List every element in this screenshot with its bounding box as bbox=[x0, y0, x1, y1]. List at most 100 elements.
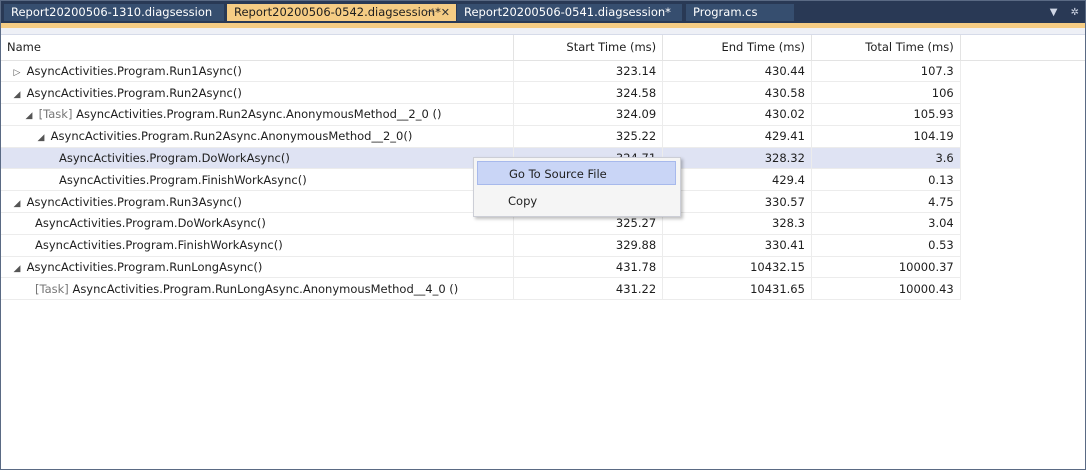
activity-name: AsyncActivities.Program.FinishWorkAsync(… bbox=[59, 172, 307, 187]
cell-filler bbox=[960, 103, 1085, 126]
activity-name: AsyncActivities.Program.FinishWorkAsync(… bbox=[35, 238, 283, 253]
tab-report-0541[interactable]: Report20200506-0541.diagsession* bbox=[457, 4, 682, 21]
column-header-start-time[interactable]: Start Time (ms) bbox=[513, 35, 664, 61]
column-header-total-time[interactable]: Total Time (ms) bbox=[811, 35, 961, 61]
context-menu: Go To Source File Copy bbox=[473, 157, 681, 217]
cell-end-time: 429.41 bbox=[662, 125, 812, 148]
table-row[interactable]: ◢ AsyncActivities.Program.Run2Async() 324… bbox=[1, 81, 1085, 105]
tab-label: Report20200506-1310.diagsession bbox=[11, 5, 213, 19]
cell-end-time: 429.4 bbox=[662, 168, 812, 192]
chevron-down-icon[interactable]: ▼ bbox=[1050, 7, 1058, 18]
cell-name: [Task] AsyncActivities.Program.RunLongAs… bbox=[1, 277, 515, 301]
cell-end-time: 330.57 bbox=[662, 190, 812, 214]
tab-bar-icons: ▼ ✲ bbox=[1040, 4, 1079, 21]
cell-total-time: 10000.43 bbox=[811, 277, 961, 301]
tab-label: Report20200506-0541.diagsession* bbox=[464, 5, 671, 19]
cell-name: ◢ AsyncActivities.Program.Run3Async() bbox=[1, 190, 515, 214]
cell-name: ◢ AsyncActivities.Program.Run2Async() bbox=[1, 81, 515, 105]
collapse-arrow-icon[interactable]: ◢ bbox=[35, 133, 47, 143]
cell-total-time: 3.6 bbox=[811, 147, 961, 170]
cell-name: AsyncActivities.Program.DoWorkAsync() bbox=[1, 212, 515, 235]
cell-start-time: 323.14 bbox=[513, 60, 664, 83]
table-row[interactable]: ◢ AsyncActivities.Program.Run2Async.Anon… bbox=[1, 125, 1085, 148]
cell-total-time: 10000.37 bbox=[811, 256, 961, 279]
menu-item-copy[interactable]: Copy bbox=[477, 189, 676, 213]
gear-icon[interactable]: ✲ bbox=[1071, 7, 1079, 18]
collapse-arrow-icon[interactable]: ◢ bbox=[11, 264, 23, 274]
tab-label: Report20200506-0542.diagsession* bbox=[234, 5, 441, 19]
cell-name: ▷ AsyncActivities.Program.Run1Async() bbox=[1, 60, 515, 83]
task-prefix: [Task] bbox=[35, 281, 69, 296]
cell-end-time: 430.58 bbox=[662, 81, 812, 105]
toolbar-separator bbox=[1, 28, 1085, 35]
cell-end-time: 430.02 bbox=[662, 103, 812, 126]
cell-start-time: 324.58 bbox=[513, 81, 664, 105]
cell-start-time: 325.22 bbox=[513, 125, 664, 148]
table-row[interactable]: ▷ AsyncActivities.Program.Run1Async() 323… bbox=[1, 60, 1085, 83]
collapse-arrow-icon[interactable]: ◢ bbox=[11, 199, 23, 209]
activity-name: AsyncActivities.Program.DoWorkAsync() bbox=[59, 151, 290, 166]
cell-start-time: 324.09 bbox=[513, 103, 664, 126]
diagnostics-window: Report20200506-1310.diagsession Report20… bbox=[0, 0, 1086, 470]
cell-filler bbox=[960, 168, 1085, 191]
cell-end-time: 328.3 bbox=[662, 212, 812, 235]
activity-name: AsyncActivities.Program.DoWorkAsync() bbox=[35, 216, 266, 231]
column-header-filler bbox=[960, 35, 1085, 61]
cell-total-time: 104.19 bbox=[811, 125, 961, 148]
cell-filler bbox=[960, 125, 1085, 148]
collapse-arrow-icon[interactable]: ◢ bbox=[11, 90, 23, 100]
cell-total-time: 0.53 bbox=[811, 234, 961, 257]
cell-filler bbox=[960, 147, 1085, 169]
activity-name: AsyncActivities.Program.RunLongAsync() bbox=[26, 260, 263, 275]
tab-report-1310[interactable]: Report20200506-1310.diagsession bbox=[4, 4, 224, 21]
table-row[interactable]: [Task] AsyncActivities.Program.RunLongAs… bbox=[1, 277, 1085, 301]
cell-end-time: 430.44 bbox=[662, 60, 812, 83]
cell-name: AsyncActivities.Program.FinishWorkAsync(… bbox=[1, 168, 515, 192]
menu-item-go-to-source-file[interactable]: Go To Source File bbox=[477, 161, 676, 185]
cell-name: AsyncActivities.Program.DoWorkAsync() bbox=[1, 147, 515, 170]
close-icon[interactable]: ✕ bbox=[441, 4, 450, 21]
cell-filler bbox=[960, 256, 1085, 278]
cell-start-time: 431.78 bbox=[513, 256, 664, 279]
cell-filler bbox=[960, 277, 1085, 300]
table-header: Name Start Time (ms) End Time (ms) Total… bbox=[1, 35, 1085, 61]
cell-total-time: 4.75 bbox=[811, 190, 961, 214]
cell-name: ◢ AsyncActivities.Program.Run2Async.Anon… bbox=[1, 125, 515, 148]
tab-program-cs[interactable]: Program.cs bbox=[686, 4, 794, 21]
cell-name: ◢ AsyncActivities.Program.RunLongAsync() bbox=[1, 256, 515, 279]
cell-end-time: 10431.65 bbox=[662, 277, 812, 301]
cell-end-time: 330.41 bbox=[662, 234, 812, 257]
expand-arrow-icon[interactable]: ▷ bbox=[11, 68, 23, 78]
task-prefix: [Task] bbox=[38, 107, 73, 122]
activity-name: AsyncActivities.Program.Run2Async() bbox=[26, 85, 242, 100]
cell-start-time: 431.22 bbox=[513, 277, 664, 301]
cell-total-time: 105.93 bbox=[811, 103, 961, 126]
column-header-end-time[interactable]: End Time (ms) bbox=[662, 35, 812, 61]
cell-total-time: 107.3 bbox=[811, 60, 961, 83]
cell-filler bbox=[960, 81, 1085, 104]
activity-name: AsyncActivities.Program.RunLongAsync.Ano… bbox=[72, 281, 459, 296]
cell-end-time: 328.32 bbox=[662, 147, 812, 170]
cell-filler bbox=[960, 212, 1085, 235]
tab-label: Program.cs bbox=[693, 5, 758, 19]
activity-name: AsyncActivities.Program.Run1Async() bbox=[26, 63, 242, 78]
pin-icon[interactable]: ⊣ bbox=[425, 4, 434, 21]
cell-filler bbox=[960, 60, 1085, 82]
cell-name: AsyncActivities.Program.FinishWorkAsync(… bbox=[1, 234, 515, 257]
activity-name: AsyncActivities.Program.Run3Async() bbox=[26, 194, 242, 209]
table-row[interactable]: AsyncActivities.Program.FinishWorkAsync(… bbox=[1, 234, 1085, 257]
tab-report-0542[interactable]: Report20200506-0542.diagsession* ⊣ ✕ bbox=[227, 4, 456, 21]
cell-total-time: 106 bbox=[811, 81, 961, 105]
collapse-arrow-icon[interactable]: ◢ bbox=[23, 111, 35, 121]
cell-filler bbox=[960, 190, 1085, 213]
cell-start-time: 329.88 bbox=[513, 234, 664, 257]
activity-name: AsyncActivities.Program.Run2Async.Anonym… bbox=[50, 129, 413, 144]
cell-end-time: 10432.15 bbox=[662, 256, 812, 279]
cell-total-time: 0.13 bbox=[811, 168, 961, 192]
table-row[interactable]: ◢ AsyncActivities.Program.RunLongAsync()… bbox=[1, 256, 1085, 279]
column-header-name[interactable]: Name bbox=[1, 35, 515, 61]
document-tab-bar: Report20200506-1310.diagsession Report20… bbox=[1, 1, 1085, 23]
cell-filler bbox=[960, 234, 1085, 257]
activity-name: AsyncActivities.Program.Run2Async.Anonym… bbox=[76, 107, 442, 122]
table-row[interactable]: ◢ [Task] AsyncActivities.Program.Run2Asy… bbox=[1, 103, 1085, 126]
